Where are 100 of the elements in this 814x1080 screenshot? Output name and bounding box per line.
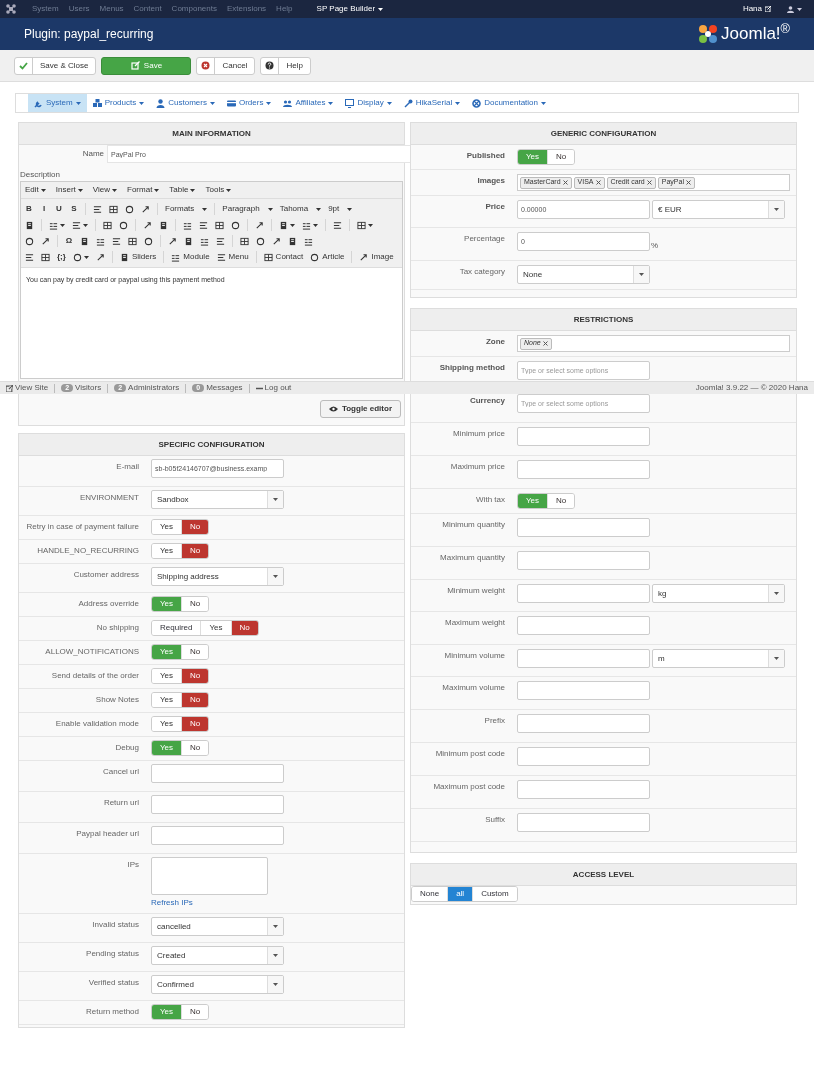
submenu-tab[interactable]: Customers	[150, 94, 221, 112]
editor-tool-button[interactable]	[103, 220, 112, 230]
editor-tool-button[interactable]	[357, 220, 373, 230]
editor-tool-button[interactable]	[72, 252, 89, 262]
toggle-option[interactable]: No	[182, 645, 209, 659]
editor-dropdown[interactable]: Paragraph	[222, 204, 273, 214]
editor-tool-button[interactable]	[112, 236, 121, 246]
editor-tool-button[interactable]	[184, 236, 193, 246]
text-input[interactable]	[517, 518, 650, 537]
editor-tool-button[interactable]: B	[25, 204, 33, 214]
toggle-option[interactable]: Custom	[473, 887, 517, 901]
editor-tool-button[interactable]	[168, 236, 177, 246]
submenu-tab[interactable]: Orders	[220, 94, 278, 112]
editor-tool-button[interactable]	[183, 220, 192, 230]
editor-tool-button[interactable]	[41, 252, 50, 262]
toggle-option[interactable]: Yes	[152, 669, 183, 683]
toggle-option[interactable]: Yes	[152, 520, 183, 534]
select-dropdown[interactable]: Confirmed	[151, 975, 284, 994]
editor-tool-button[interactable]: Ω	[65, 236, 73, 246]
editor-tool-button[interactable]	[255, 220, 264, 230]
status-link[interactable]: Log out	[255, 383, 292, 393]
editor-tool-button[interactable]	[109, 204, 118, 214]
toolbar-button[interactable]: Help	[260, 56, 311, 75]
editor-tool-button[interactable]	[96, 236, 105, 246]
editor-tool-button[interactable]: Sliders	[119, 252, 157, 262]
editor-tool-button[interactable]: I	[40, 204, 48, 214]
editor-tool-button[interactable]: {;}	[57, 252, 66, 262]
text-input[interactable]	[151, 826, 284, 845]
toggle-option[interactable]: Yes	[201, 621, 232, 635]
toggle-option[interactable]: Yes	[152, 544, 183, 558]
editor-menu[interactable]: View	[92, 185, 117, 195]
toggle-option[interactable]: Yes	[152, 693, 183, 707]
toggle-option[interactable]: No	[548, 494, 575, 508]
editor-tool-button[interactable]	[25, 236, 34, 246]
submenu-tab[interactable]: System	[28, 94, 87, 112]
toggle-option[interactable]: No	[182, 693, 209, 707]
submenu-tab[interactable]: Products	[86, 94, 151, 112]
toolbar-button[interactable]: Save & Close	[14, 56, 97, 75]
toggle-option[interactable]: No	[182, 717, 209, 731]
text-input[interactable]	[517, 747, 650, 766]
user-link[interactable]: Hana	[742, 4, 771, 14]
editor-tool-button[interactable]	[231, 220, 240, 230]
text-input[interactable]	[517, 584, 650, 603]
editor-tool-button[interactable]: S	[70, 204, 78, 214]
select-dropdown[interactable]: kg	[652, 584, 785, 603]
editor-tool-button[interactable]	[200, 236, 209, 246]
select-dropdown[interactable]: m	[652, 649, 785, 668]
editor-tool-button[interactable]: Contact	[263, 252, 304, 262]
editor-dropdown[interactable]: Formats	[165, 204, 208, 214]
text-input[interactable]	[517, 649, 650, 668]
menu-link[interactable]: SP Page Builder	[316, 4, 384, 14]
editor-dropdown[interactable]: Tahoma	[279, 204, 322, 214]
toggle-option[interactable]: No	[182, 669, 209, 683]
editor-tool-button[interactable]: Module	[171, 252, 210, 262]
text-input[interactable]	[151, 764, 284, 783]
toggle-option[interactable]: Required	[152, 621, 202, 635]
toggle-option[interactable]: Yes	[152, 717, 183, 731]
editor-tool-button[interactable]	[279, 220, 295, 230]
text-input[interactable]	[151, 795, 284, 814]
submenu-tab[interactable]: Affiliates	[277, 94, 340, 112]
editor-tool-button[interactable]	[72, 220, 88, 230]
toggle-option[interactable]: No	[548, 150, 575, 164]
editor-tool-button[interactable]	[302, 220, 318, 230]
toggle-option[interactable]: No	[182, 1005, 209, 1019]
editor-tool-button[interactable]	[93, 204, 102, 214]
editor-tool-button[interactable]	[199, 220, 208, 230]
editor-tool-button[interactable]	[25, 252, 34, 262]
text-input[interactable]	[517, 813, 650, 832]
select-dropdown[interactable]: cancelled	[151, 917, 284, 936]
editor-tool-button[interactable]: Menu	[216, 252, 249, 262]
text-input[interactable]	[517, 714, 650, 733]
editor-tool-button[interactable]	[256, 236, 265, 246]
editor-tool-button[interactable]: Image	[359, 252, 394, 262]
editor-tool-button[interactable]	[144, 236, 153, 246]
select-dropdown[interactable]: Shipping address	[151, 567, 284, 586]
editor-tool-button[interactable]	[159, 220, 168, 230]
select-dropdown[interactable]: Sandbox	[151, 490, 284, 509]
toggle-option[interactable]: all	[448, 887, 474, 901]
editor-tool-button[interactable]	[119, 220, 128, 230]
toggle-option[interactable]: No	[182, 741, 209, 755]
editor-tool-button[interactable]	[333, 220, 342, 230]
editor-tool-button[interactable]	[216, 236, 225, 246]
toggle-option[interactable]: No	[231, 621, 258, 635]
editor-tool-button[interactable]	[80, 236, 89, 246]
status-link[interactable]: View Site	[6, 383, 49, 393]
select-dropdown[interactable]: Created	[151, 946, 284, 965]
editor-tool-button[interactable]	[25, 220, 34, 230]
editor-tool-button[interactable]	[215, 220, 224, 230]
toggle-option[interactable]: No	[182, 544, 209, 558]
text-input[interactable]	[517, 427, 650, 446]
editor-tool-button[interactable]	[95, 252, 105, 262]
editor-menu[interactable]: Edit	[25, 185, 46, 195]
toggle-option[interactable]: No	[182, 597, 209, 611]
editor-menu[interactable]: Table	[169, 185, 196, 195]
toolbar-button[interactable]: Cancel	[196, 56, 256, 75]
user-menu[interactable]	[787, 5, 802, 13]
editor-tool-button[interactable]	[143, 220, 152, 230]
submenu-tab[interactable]: Documentation	[466, 94, 552, 112]
toggle-option[interactable]: No	[182, 520, 209, 534]
text-input[interactable]	[517, 681, 650, 700]
